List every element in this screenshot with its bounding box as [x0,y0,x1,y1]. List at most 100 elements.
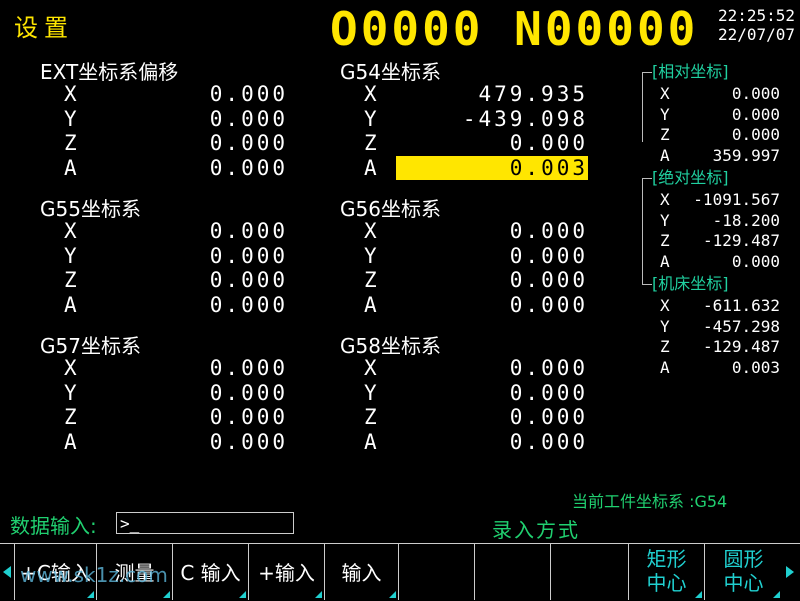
offset-value[interactable]: -439.098 [408,107,588,131]
offset-value[interactable]: 0.000 [108,356,288,380]
axis-label: Y [364,380,377,405]
offset-value[interactable]: 0.000 [108,244,288,268]
panel-bracket [642,178,643,284]
axis-label: A [364,155,377,180]
panel-tick [642,284,652,285]
offset-value[interactable]: 0.000 [408,244,588,268]
offset-value[interactable]: 0.000 [108,131,288,155]
offset-value[interactable]: 479.935 [408,82,588,106]
softkey-label: 圆形 中心 [723,547,764,595]
current-wcs: 当前工件坐标系 :G54 [572,492,728,511]
panel-value: 359.997 [712,145,780,165]
block-title-g55: G55坐标系 [40,197,141,221]
axis-label: A [64,429,77,454]
offset-value[interactable]: 0.000 [108,381,288,405]
panel-value: -1091.567 [693,190,780,209]
offset-value[interactable]: 0.000 [108,107,288,131]
panel-axis: A [660,251,670,271]
offset-value[interactable]: 0.000 [408,131,588,155]
program-number: O0000 N00000 [330,2,699,56]
offset-value[interactable]: 0.000 [108,293,288,317]
axis-label: X [64,82,77,106]
panel-axis: Z [660,231,670,250]
softkey-7[interactable] [474,543,550,600]
offset-value-cursor[interactable]: 0.003 [396,155,588,180]
corner-icon [239,591,246,598]
softkey-label: +输入 [258,561,315,585]
offset-value[interactable]: 0.000 [108,430,288,454]
panel-axis: Z [660,337,670,356]
panel-tick [642,178,652,179]
axis-label: Y [64,243,77,268]
block-title-g58: G58坐标系 [340,334,441,358]
axis-label: Z [364,268,377,292]
block-title-g56: G56坐标系 [340,197,441,221]
axis-label: X [64,356,77,380]
axis-label: Y [64,106,77,131]
panel-value: 0.000 [731,251,780,271]
offset-value[interactable]: 0.000 [408,430,588,454]
offset-value[interactable]: 0.000 [408,268,588,292]
watermark: www.sk1z.com [20,563,168,587]
panel-tick [642,72,652,73]
offset-value[interactable]: 0.000 [108,82,288,106]
softkey-label: C 输入 [180,561,241,585]
panel-axis: A [660,357,670,377]
offset-value[interactable]: 0.000 [108,156,288,180]
softkey-9[interactable]: 矩形 中心 [628,543,704,600]
panel-axis: Y [660,316,670,336]
panel-value: -611.632 [702,296,780,315]
offset-value[interactable]: 0.000 [408,219,588,243]
axis-label: A [364,292,377,317]
clock: 22:25:52 22/07/07 [718,6,795,44]
panel-title-relative: [相对坐标] [652,62,729,81]
block-title-g54: G54坐标系 [340,60,441,84]
offset-value[interactable]: 0.000 [108,219,288,243]
axis-label: X [364,219,377,243]
panel-axis: A [660,145,670,165]
axis-label: Z [64,131,77,155]
offset-value[interactable]: 0.000 [408,405,588,429]
panel-title-absolute: [绝对坐标] [652,168,729,187]
softkey-6[interactable] [398,543,474,600]
offset-value[interactable]: 0.000 [108,405,288,429]
panel-value: 0.000 [731,104,780,124]
axis-label: Z [364,131,377,155]
panel-bracket [642,72,643,142]
offset-value[interactable]: 0.000 [408,293,588,317]
panel-axis: Y [660,104,670,124]
page-right-icon[interactable] [786,566,794,578]
panel-value: -129.487 [702,231,780,250]
panel-value: -457.298 [702,316,780,336]
offset-value[interactable]: 0.000 [408,356,588,380]
screen-title: 设置 [14,14,74,42]
panel-axis: X [660,190,670,209]
offset-value[interactable]: 0.000 [408,381,588,405]
softkey-3[interactable]: C 输入 [172,543,248,600]
axis-label: A [64,292,77,317]
axis-label: X [364,356,377,380]
corner-icon [389,591,396,598]
softkey-8[interactable] [550,543,628,600]
softkey-10[interactable]: 圆形 中心 [704,543,782,600]
data-input-label: 数据输入: [10,514,97,538]
axis-label: Y [364,243,377,268]
axis-label: A [64,155,77,180]
softkey-label: 矩形 中心 [646,547,687,595]
offset-value[interactable]: 0.000 [108,268,288,292]
corner-icon [163,591,170,598]
panel-axis: X [660,296,670,315]
corner-icon [773,591,780,598]
axis-label: Z [64,405,77,429]
softkey-4[interactable]: +输入 [248,543,324,600]
block-title-g57: G57坐标系 [40,334,141,358]
softkey-5[interactable]: 输入 [324,543,398,600]
corner-icon [87,591,94,598]
page-left-icon[interactable] [3,566,11,578]
clock-date: 22/07/07 [718,25,796,44]
data-input-field[interactable]: >_ [116,512,294,534]
panel-axis: Z [660,125,670,144]
axis-label: Z [64,268,77,292]
clock-time: 22:25:52 [718,6,796,25]
axis-label: X [364,82,377,106]
